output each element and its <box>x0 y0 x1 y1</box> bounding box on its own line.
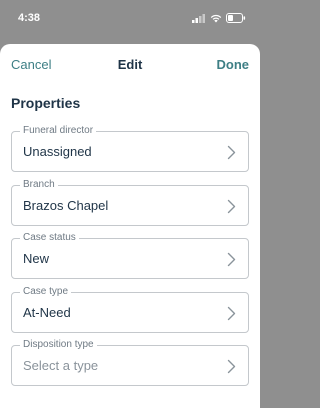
chevron-right-icon <box>227 199 236 213</box>
field-label: Case status <box>20 232 79 244</box>
battery-icon <box>226 13 246 23</box>
status-icons <box>192 13 246 23</box>
properties-form: Funeral director Unassigned Branch Brazo… <box>11 125 249 399</box>
field-label: Disposition type <box>20 339 97 351</box>
field-value: New <box>23 251 50 266</box>
status-bar: 4:38 <box>0 0 260 36</box>
chevron-right-icon <box>227 359 236 374</box>
field-value: Unassigned <box>23 144 92 159</box>
field-value: Brazos Chapel <box>23 197 109 213</box>
wifi-icon <box>210 14 222 22</box>
field-value: At-Need <box>23 304 71 320</box>
chevron-right-icon <box>227 306 236 320</box>
chevron-right-icon <box>227 252 236 267</box>
case-type-field[interactable]: Case type At-Need <box>11 285 249 333</box>
section-title: Properties <box>11 95 81 111</box>
funeral-director-field[interactable]: Funeral director Unassigned <box>11 125 249 172</box>
signal-icon <box>192 13 205 23</box>
field-label: Branch <box>20 178 58 191</box>
edit-sheet: Cancel Edit Done Properties Funeral dire… <box>0 44 260 408</box>
disposition-type-field[interactable]: Disposition type Select a type <box>11 339 249 386</box>
case-status-field[interactable]: Case status New <box>11 232 249 279</box>
branch-field[interactable]: Branch Brazos Chapel <box>11 178 249 226</box>
done-button[interactable]: Done <box>217 57 250 72</box>
field-placeholder: Select a type <box>23 358 99 373</box>
chevron-right-icon <box>227 145 236 160</box>
nav-bar: Cancel Edit Done <box>0 44 260 86</box>
field-label: Funeral director <box>20 125 97 137</box>
field-label: Case type <box>20 285 72 298</box>
status-time: 4:38 <box>18 12 41 24</box>
